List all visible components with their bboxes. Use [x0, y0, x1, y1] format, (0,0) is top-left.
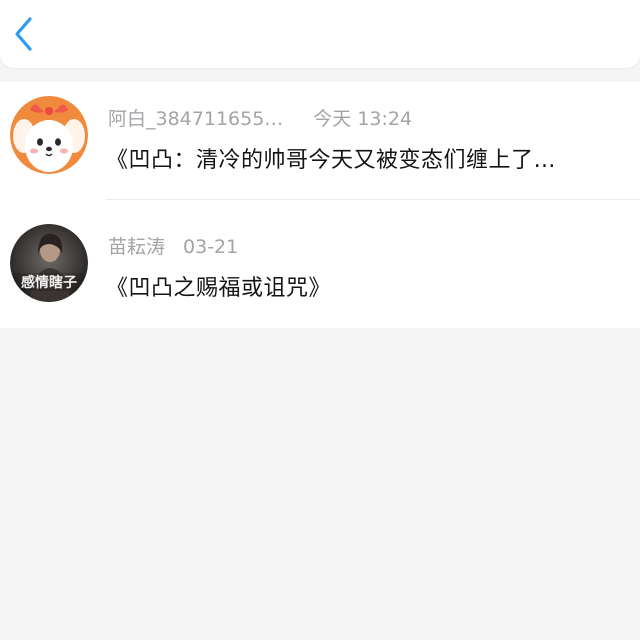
avatar-caption: 感情瞎子: [21, 274, 77, 291]
avatar[interactable]: 感情瞎子: [10, 224, 88, 302]
message-preview: 《凹凸：清冷的帅哥今天又被变态们缠上了…: [106, 148, 557, 173]
sender-name: 阿白_384711655…: [108, 108, 284, 130]
avatar[interactable]: [10, 96, 88, 174]
photo-avatar: 感情瞎子: [10, 224, 88, 302]
list-item[interactable]: 阿白_384711655… 今天 13:24 《凹凸：清冷的帅哥今天又被变态们缠上…: [0, 82, 640, 200]
back-button[interactable]: [8, 12, 40, 56]
sender-name: 苗耘涛: [108, 236, 166, 258]
cartoon-dog-avatar: [10, 96, 88, 174]
list-item[interactable]: 感情瞎子 苗耘涛 03-21 《凹凸之赐福或诅咒》: [0, 200, 640, 328]
message-meta: 阿白_384711655… 今天 13:24: [108, 104, 412, 131]
top-bar: [0, 0, 640, 68]
timestamp: 03-21: [183, 236, 239, 258]
chevron-left-icon: [15, 17, 32, 51]
timestamp: 今天 13:24: [313, 108, 413, 130]
message-preview: 《凹凸之赐福或诅咒》: [106, 276, 332, 301]
message-meta: 苗耘涛 03-21: [108, 232, 238, 259]
message-list: 阿白_384711655… 今天 13:24 《凹凸：清冷的帅哥今天又被变态们缠上…: [0, 82, 640, 328]
